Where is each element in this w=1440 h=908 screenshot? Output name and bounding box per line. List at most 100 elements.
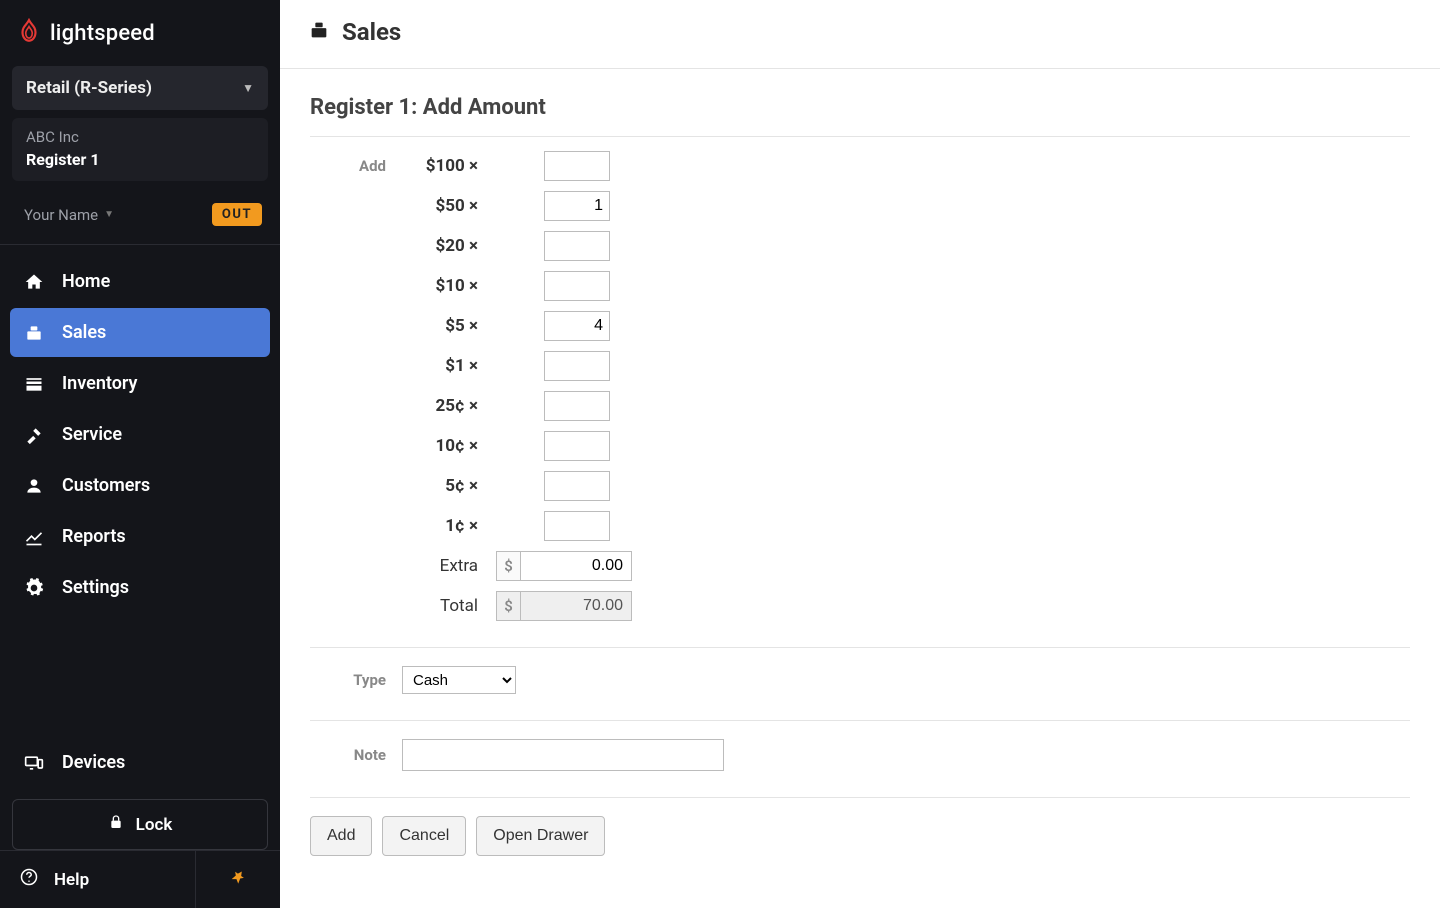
nav-label: Sales — [62, 322, 106, 343]
denom-row-50: $50 × — [310, 191, 1410, 221]
denominations-section: Add $100 × $50 × $20 × $10 × $5 — [310, 151, 1410, 648]
inventory-icon — [24, 374, 44, 394]
denom-input-100[interactable] — [544, 151, 610, 181]
total-row: Total $ — [310, 591, 1410, 621]
denom-label: 1¢ × — [402, 516, 486, 536]
home-icon — [24, 272, 44, 292]
nav-item-devices[interactable]: Devices — [10, 738, 270, 787]
nav-label: Settings — [62, 577, 129, 598]
main: Sales Register 1: Add Amount Add $100 × … — [280, 0, 1440, 908]
nav-label: Service — [62, 424, 122, 445]
denom-label: 5¢ × — [402, 476, 486, 496]
brand-name: lightspeed — [50, 21, 155, 46]
nav-item-reports[interactable]: Reports — [10, 512, 270, 561]
denom-row-5c: 5¢ × — [310, 471, 1410, 501]
user-icon — [24, 476, 44, 496]
brand-logo: lightspeed — [0, 0, 280, 66]
user-row: Your Name ▼ OUT — [0, 193, 280, 245]
denom-input-25c[interactable] — [544, 391, 610, 421]
denom-label: $20 × — [402, 236, 486, 256]
note-label: Note — [310, 746, 402, 764]
nav-label: Inventory — [62, 373, 137, 394]
open-drawer-button[interactable]: Open Drawer — [476, 816, 605, 856]
denom-input-5[interactable] — [544, 311, 610, 341]
lock-label: Lock — [136, 815, 173, 835]
user-name: Your Name — [24, 206, 98, 224]
total-label: Total — [402, 596, 486, 616]
denom-label: $5 × — [402, 316, 486, 336]
currency-symbol: $ — [496, 591, 520, 621]
chevron-down-icon: ▼ — [242, 81, 254, 95]
content: Register 1: Add Amount Add $100 × $50 × … — [280, 69, 1440, 882]
nav-label: Reports — [62, 526, 126, 547]
nav-item-sales[interactable]: Sales — [10, 308, 270, 357]
denom-row-25c: 25¢ × — [310, 391, 1410, 421]
nav-item-inventory[interactable]: Inventory — [10, 359, 270, 408]
nav-item-settings[interactable]: Settings — [10, 563, 270, 612]
company-name: ABC Inc — [26, 128, 254, 146]
pin-button[interactable] — [196, 851, 280, 908]
nav-item-customers[interactable]: Customers — [10, 461, 270, 510]
denom-row-20: $20 × — [310, 231, 1410, 261]
denom-label: $100 × — [402, 156, 486, 176]
note-section: Note — [310, 739, 1410, 798]
page-title: Register 1: Add Amount — [310, 95, 1410, 137]
currency-symbol: $ — [496, 551, 520, 581]
extra-input[interactable] — [520, 551, 632, 581]
register-icon — [24, 323, 44, 343]
extra-label: Extra — [402, 556, 486, 576]
page-header: Sales — [280, 0, 1440, 69]
denom-row-10: $10 × — [310, 271, 1410, 301]
page-header-title: Sales — [342, 18, 401, 46]
primary-nav: Home Sales Inventory Service Customers — [0, 245, 280, 738]
chevron-down-icon: ▼ — [104, 209, 114, 220]
denom-input-10c[interactable] — [544, 431, 610, 461]
sidebar-footer: Help — [0, 850, 280, 908]
nav-label: Customers — [62, 475, 150, 496]
register-selector[interactable]: ABC Inc Register 1 — [12, 118, 268, 181]
series-selector[interactable]: Retail (R-Series) ▼ — [12, 66, 268, 110]
lock-button[interactable]: Lock — [12, 799, 268, 850]
lock-icon — [108, 814, 124, 835]
series-label: Retail (R-Series) — [26, 78, 152, 98]
denom-label: $1 × — [402, 356, 486, 376]
help-icon — [20, 868, 38, 891]
nav-item-service[interactable]: Service — [10, 410, 270, 459]
note-input[interactable] — [402, 739, 724, 771]
devices-icon — [24, 753, 44, 773]
chart-icon — [24, 527, 44, 547]
denom-label: $50 × — [402, 196, 486, 216]
user-menu[interactable]: Your Name ▼ — [24, 206, 114, 224]
action-buttons: Add Cancel Open Drawer — [310, 816, 1410, 856]
register-name: Register 1 — [26, 150, 254, 169]
type-select[interactable]: Cash — [402, 666, 516, 694]
denom-row-10c: 10¢ × — [310, 431, 1410, 461]
flame-icon — [16, 18, 42, 48]
pin-icon — [230, 869, 246, 890]
cancel-button[interactable]: Cancel — [382, 816, 466, 856]
type-label: Type — [310, 671, 402, 689]
type-section: Type Cash — [310, 666, 1410, 721]
add-label: Add — [310, 157, 402, 175]
gear-icon — [24, 578, 44, 598]
denom-input-50[interactable] — [544, 191, 610, 221]
nav-label: Devices — [62, 752, 125, 773]
extra-row: Extra $ — [310, 551, 1410, 581]
denom-input-1c[interactable] — [544, 511, 610, 541]
denom-input-5c[interactable] — [544, 471, 610, 501]
denom-label: $10 × — [402, 276, 486, 296]
denom-input-1[interactable] — [544, 351, 610, 381]
denom-row-1: $1 × — [310, 351, 1410, 381]
total-output — [520, 591, 632, 621]
help-button[interactable]: Help — [0, 851, 196, 908]
nav-item-home[interactable]: Home — [10, 257, 270, 306]
add-button[interactable]: Add — [310, 816, 372, 856]
denom-input-20[interactable] — [544, 231, 610, 261]
denom-row-100: Add $100 × — [310, 151, 1410, 181]
help-label: Help — [54, 870, 89, 890]
denom-row-1c: 1¢ × — [310, 511, 1410, 541]
denom-label: 25¢ × — [402, 396, 486, 416]
sidebar: lightspeed Retail (R-Series) ▼ ABC Inc R… — [0, 0, 280, 908]
out-badge[interactable]: OUT — [212, 203, 262, 226]
denom-input-10[interactable] — [544, 271, 610, 301]
